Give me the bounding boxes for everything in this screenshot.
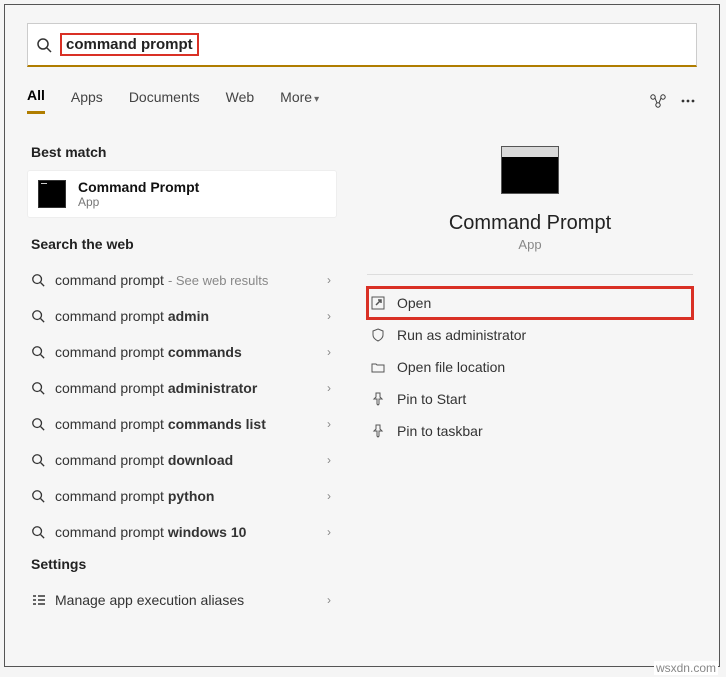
command-prompt-icon	[38, 180, 66, 208]
web-result[interactable]: command prompt commands list ›	[27, 406, 341, 442]
command-prompt-icon	[501, 146, 559, 194]
chevron-right-icon: ›	[327, 345, 331, 359]
chevron-right-icon: ›	[327, 381, 331, 395]
pin-start-action[interactable]: Pin to Start	[367, 383, 693, 415]
search-icon	[31, 273, 55, 287]
web-result[interactable]: command prompt windows 10 ›	[27, 514, 341, 550]
chevron-right-icon: ›	[327, 417, 331, 431]
tab-apps[interactable]: Apps	[71, 89, 103, 113]
filter-tabs: All Apps Documents Web More▾	[27, 87, 697, 114]
web-result[interactable]: command prompt administrator ›	[27, 370, 341, 406]
network-icon[interactable]	[649, 92, 667, 110]
best-match-heading: Best match	[31, 144, 341, 160]
web-result[interactable]: command prompt commands ›	[27, 334, 341, 370]
watermark: wsxdn.com	[654, 661, 718, 675]
chevron-right-icon: ›	[327, 309, 331, 323]
web-result[interactable]: command prompt python ›	[27, 478, 341, 514]
folder-icon	[371, 360, 397, 374]
results-column: Best match Command Prompt App Search the…	[5, 124, 341, 666]
pin-icon	[371, 424, 397, 438]
settings-result[interactable]: Manage app execution aliases ›	[27, 582, 341, 618]
tab-documents[interactable]: Documents	[129, 89, 200, 113]
chevron-right-icon: ›	[327, 525, 331, 539]
search-icon	[31, 453, 55, 467]
open-action[interactable]: Open	[367, 287, 693, 319]
tab-more[interactable]: More▾	[280, 89, 319, 113]
chevron-right-icon: ›	[327, 489, 331, 503]
open-location-action[interactable]: Open file location	[367, 351, 693, 383]
chevron-right-icon: ›	[327, 593, 331, 607]
shield-icon	[371, 328, 397, 342]
preview-subtitle: App	[518, 237, 541, 252]
search-icon	[31, 417, 55, 431]
divider	[367, 274, 693, 275]
search-icon	[31, 345, 55, 359]
pin-icon	[371, 392, 397, 406]
chevron-down-icon: ▾	[314, 94, 319, 105]
search-icon	[31, 525, 55, 539]
tab-all[interactable]: All	[27, 87, 45, 114]
chevron-right-icon: ›	[327, 453, 331, 467]
best-match-result[interactable]: Command Prompt App	[27, 170, 337, 218]
pin-taskbar-action[interactable]: Pin to taskbar	[367, 415, 693, 447]
search-panel: command prompt All Apps Documents Web Mo…	[4, 4, 720, 667]
details-column: Command Prompt App Open Run as administr…	[341, 124, 719, 666]
search-bar[interactable]: command prompt	[27, 23, 697, 67]
more-options-icon[interactable]	[679, 92, 697, 110]
settings-heading: Settings	[31, 556, 341, 572]
search-icon	[31, 489, 55, 503]
web-result[interactable]: command prompt admin ›	[27, 298, 341, 334]
search-icon	[31, 381, 55, 395]
best-match-subtitle: App	[78, 195, 199, 209]
open-icon	[371, 296, 397, 310]
tab-web[interactable]: Web	[226, 89, 255, 113]
web-result[interactable]: command prompt download ›	[27, 442, 341, 478]
preview-title: Command Prompt	[449, 212, 611, 235]
best-match-title: Command Prompt	[78, 179, 199, 195]
chevron-right-icon: ›	[327, 273, 331, 287]
search-icon	[36, 37, 58, 53]
search-input[interactable]: command prompt	[60, 33, 199, 56]
aliases-icon	[31, 592, 55, 608]
search-web-heading: Search the web	[31, 236, 341, 252]
web-result[interactable]: command prompt- See web results ›	[27, 262, 341, 298]
search-icon	[31, 309, 55, 323]
run-admin-action[interactable]: Run as administrator	[367, 319, 693, 351]
